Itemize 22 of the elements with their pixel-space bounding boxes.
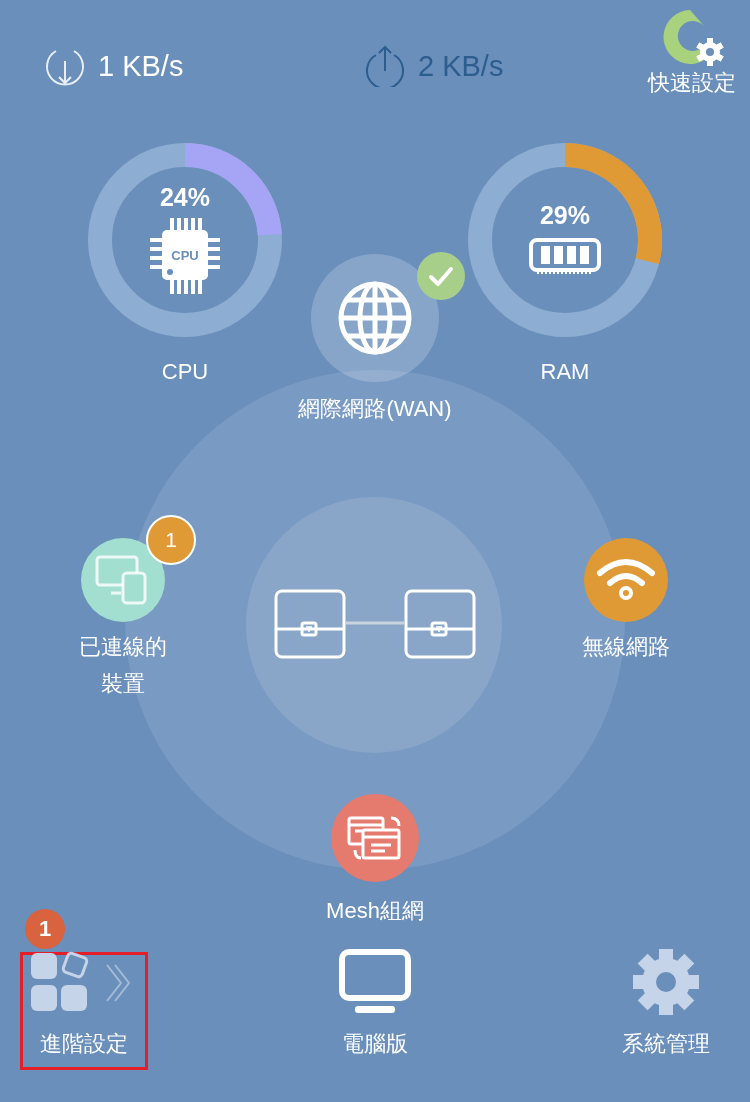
windows-icon bbox=[347, 814, 403, 862]
wifi-icon bbox=[596, 557, 656, 603]
node-label: Mesh組網 bbox=[326, 897, 424, 925]
node-label: 無線網路 bbox=[582, 633, 670, 661]
upload-speed: 2 KB/s bbox=[418, 49, 504, 83]
memory-icon bbox=[529, 235, 601, 276]
download-speed: 1 KB/s bbox=[98, 49, 184, 83]
node-label: 已連線的裝置 bbox=[78, 633, 168, 698]
gauge-label: CPU bbox=[161, 359, 209, 385]
settings-icon bbox=[633, 949, 699, 1015]
usage-percent: 29% bbox=[539, 200, 590, 230]
desktop-version-tab[interactable]: 電腦版 bbox=[305, 952, 445, 1070]
monitor-icon bbox=[339, 949, 411, 1015]
count-badge: 1 bbox=[146, 515, 196, 565]
upload-icon bbox=[364, 45, 406, 87]
gauge-label: RAM bbox=[540, 359, 590, 385]
system-management-tab[interactable]: 系統管理 bbox=[602, 952, 730, 1070]
globe-icon bbox=[337, 280, 413, 356]
usage-percent: 24% bbox=[159, 182, 210, 212]
step-marker: 1 bbox=[25, 909, 65, 949]
quick-setup-button[interactable]: 快速設定 bbox=[648, 0, 736, 99]
node-label: 網際網路(WAN) bbox=[298, 395, 452, 423]
